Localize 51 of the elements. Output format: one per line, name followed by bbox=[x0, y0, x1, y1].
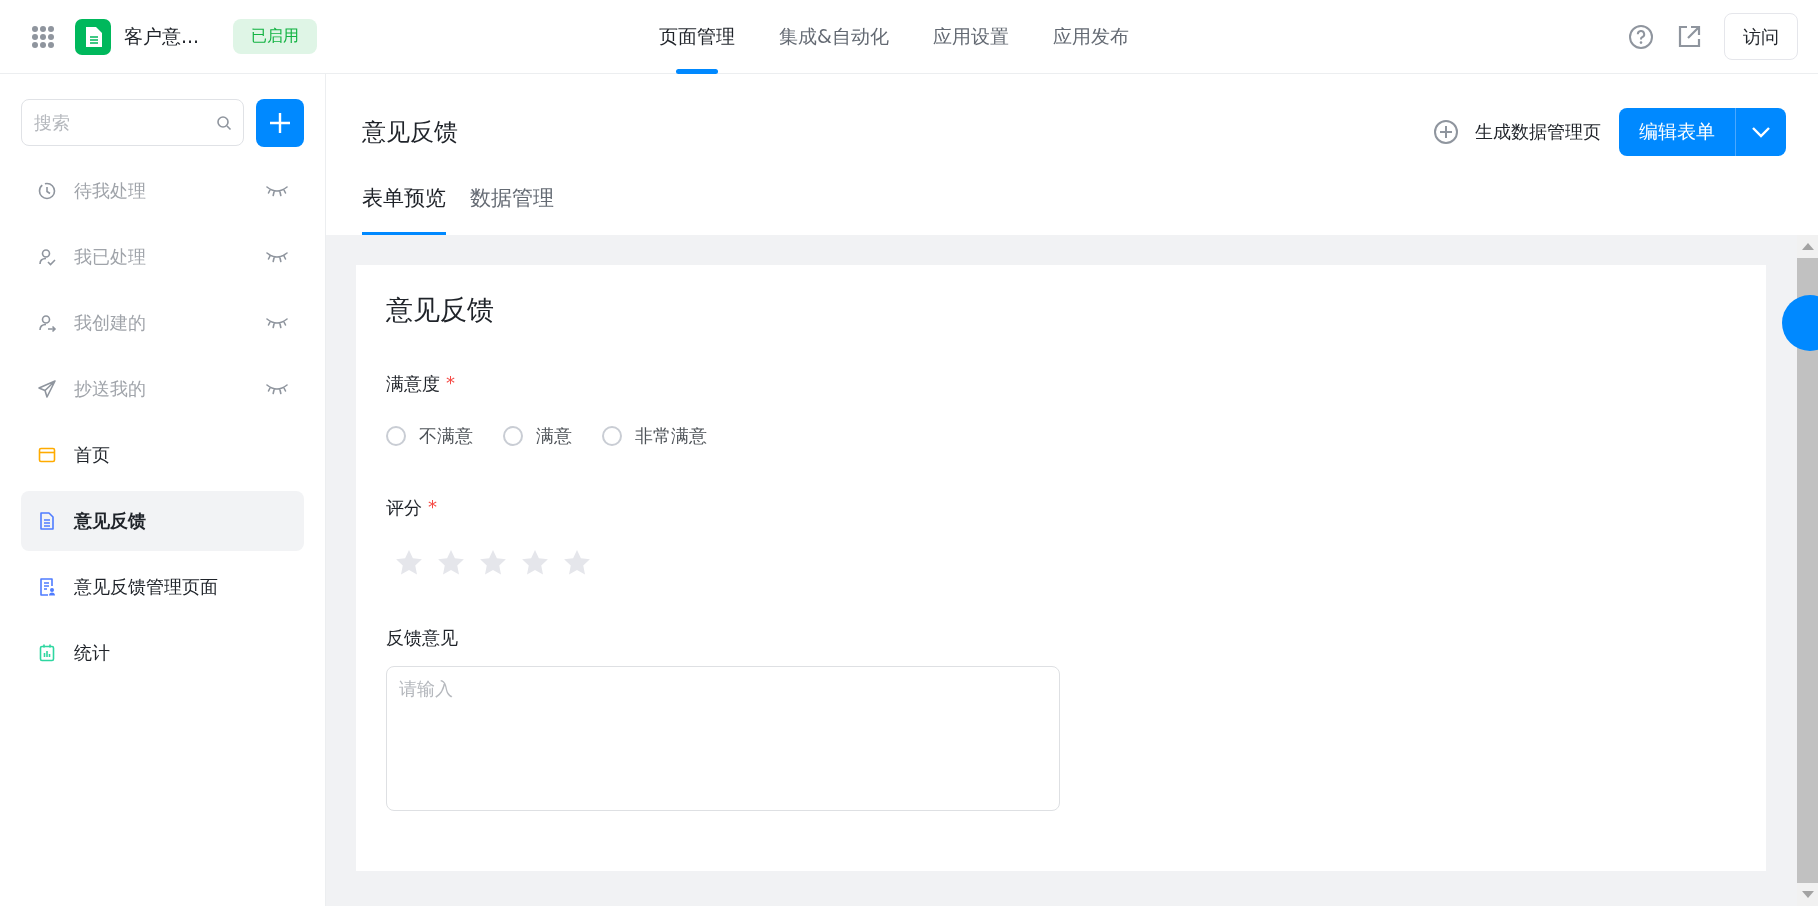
help-icon bbox=[1628, 23, 1654, 50]
document-icon bbox=[37, 511, 57, 531]
radio-option[interactable]: 满意 bbox=[503, 424, 572, 448]
nav-tab[interactable]: 集成&自动化 bbox=[757, 0, 911, 74]
scrollbar-thumb[interactable] bbox=[1797, 258, 1818, 883]
chart-icon bbox=[37, 643, 57, 663]
radio-option[interactable]: 非常满意 bbox=[602, 424, 707, 448]
paper-plane-icon bbox=[37, 379, 57, 399]
radio-option[interactable]: 不满意 bbox=[386, 424, 473, 448]
app-name: 客户意... bbox=[124, 23, 200, 49]
search-field[interactable]: 搜索 bbox=[21, 99, 244, 146]
plus-circle-icon bbox=[1433, 119, 1459, 145]
page-title: 意见反馈 bbox=[362, 117, 458, 148]
text-area[interactable]: 请输入 bbox=[386, 666, 1060, 811]
closed-eye-icon bbox=[266, 317, 288, 329]
user-arrow-icon bbox=[37, 313, 57, 333]
closed-eye-icon bbox=[266, 185, 288, 197]
scroll-down-arrow[interactable] bbox=[1801, 891, 1814, 898]
nav-tab[interactable]: 应用发布 bbox=[1030, 0, 1151, 74]
field-label: 评分 bbox=[386, 496, 422, 520]
form-title: 意见反馈 bbox=[386, 293, 495, 327]
required-mark: * bbox=[446, 372, 455, 395]
generate-button[interactable]: 生成数据管理页 bbox=[1433, 119, 1601, 145]
visit-button[interactable]: 访问 bbox=[1724, 13, 1798, 60]
closed-eye-icon bbox=[266, 251, 288, 263]
field-label: 反馈意见 bbox=[386, 626, 458, 650]
page-tab[interactable]: 数据管理 bbox=[470, 184, 554, 235]
field-label: 满意度 bbox=[386, 372, 440, 396]
app-grid-icon bbox=[31, 24, 55, 49]
sidebar-item[interactable]: 意见反馈 bbox=[21, 491, 304, 551]
document-user-icon bbox=[37, 577, 57, 597]
document-icon bbox=[75, 18, 111, 55]
closed-eye-icon bbox=[266, 383, 288, 395]
open-external-button[interactable] bbox=[1676, 23, 1702, 50]
sidebar-item[interactable]: 统计 bbox=[21, 623, 304, 683]
scroll-up-arrow[interactable] bbox=[1801, 243, 1814, 250]
sidebar-item[interactable]: 意见反馈管理页面 bbox=[21, 557, 304, 617]
window-icon bbox=[37, 445, 57, 465]
status-badge: 已启用 bbox=[233, 19, 318, 54]
search-icon bbox=[216, 115, 232, 131]
user-check-icon bbox=[37, 247, 57, 267]
sidebar-item[interactable]: 首页 bbox=[21, 425, 304, 485]
chevron-down-icon bbox=[1751, 126, 1771, 138]
plus-icon bbox=[269, 112, 291, 134]
nav-tab[interactable]: 页面管理 bbox=[637, 0, 757, 74]
help-button[interactable] bbox=[1628, 23, 1654, 50]
add-button[interactable] bbox=[256, 99, 304, 147]
required-mark: * bbox=[428, 496, 437, 519]
clock-icon bbox=[37, 181, 57, 201]
external-link-icon bbox=[1676, 23, 1702, 50]
nav-tab[interactable]: 应用设置 bbox=[910, 0, 1031, 74]
